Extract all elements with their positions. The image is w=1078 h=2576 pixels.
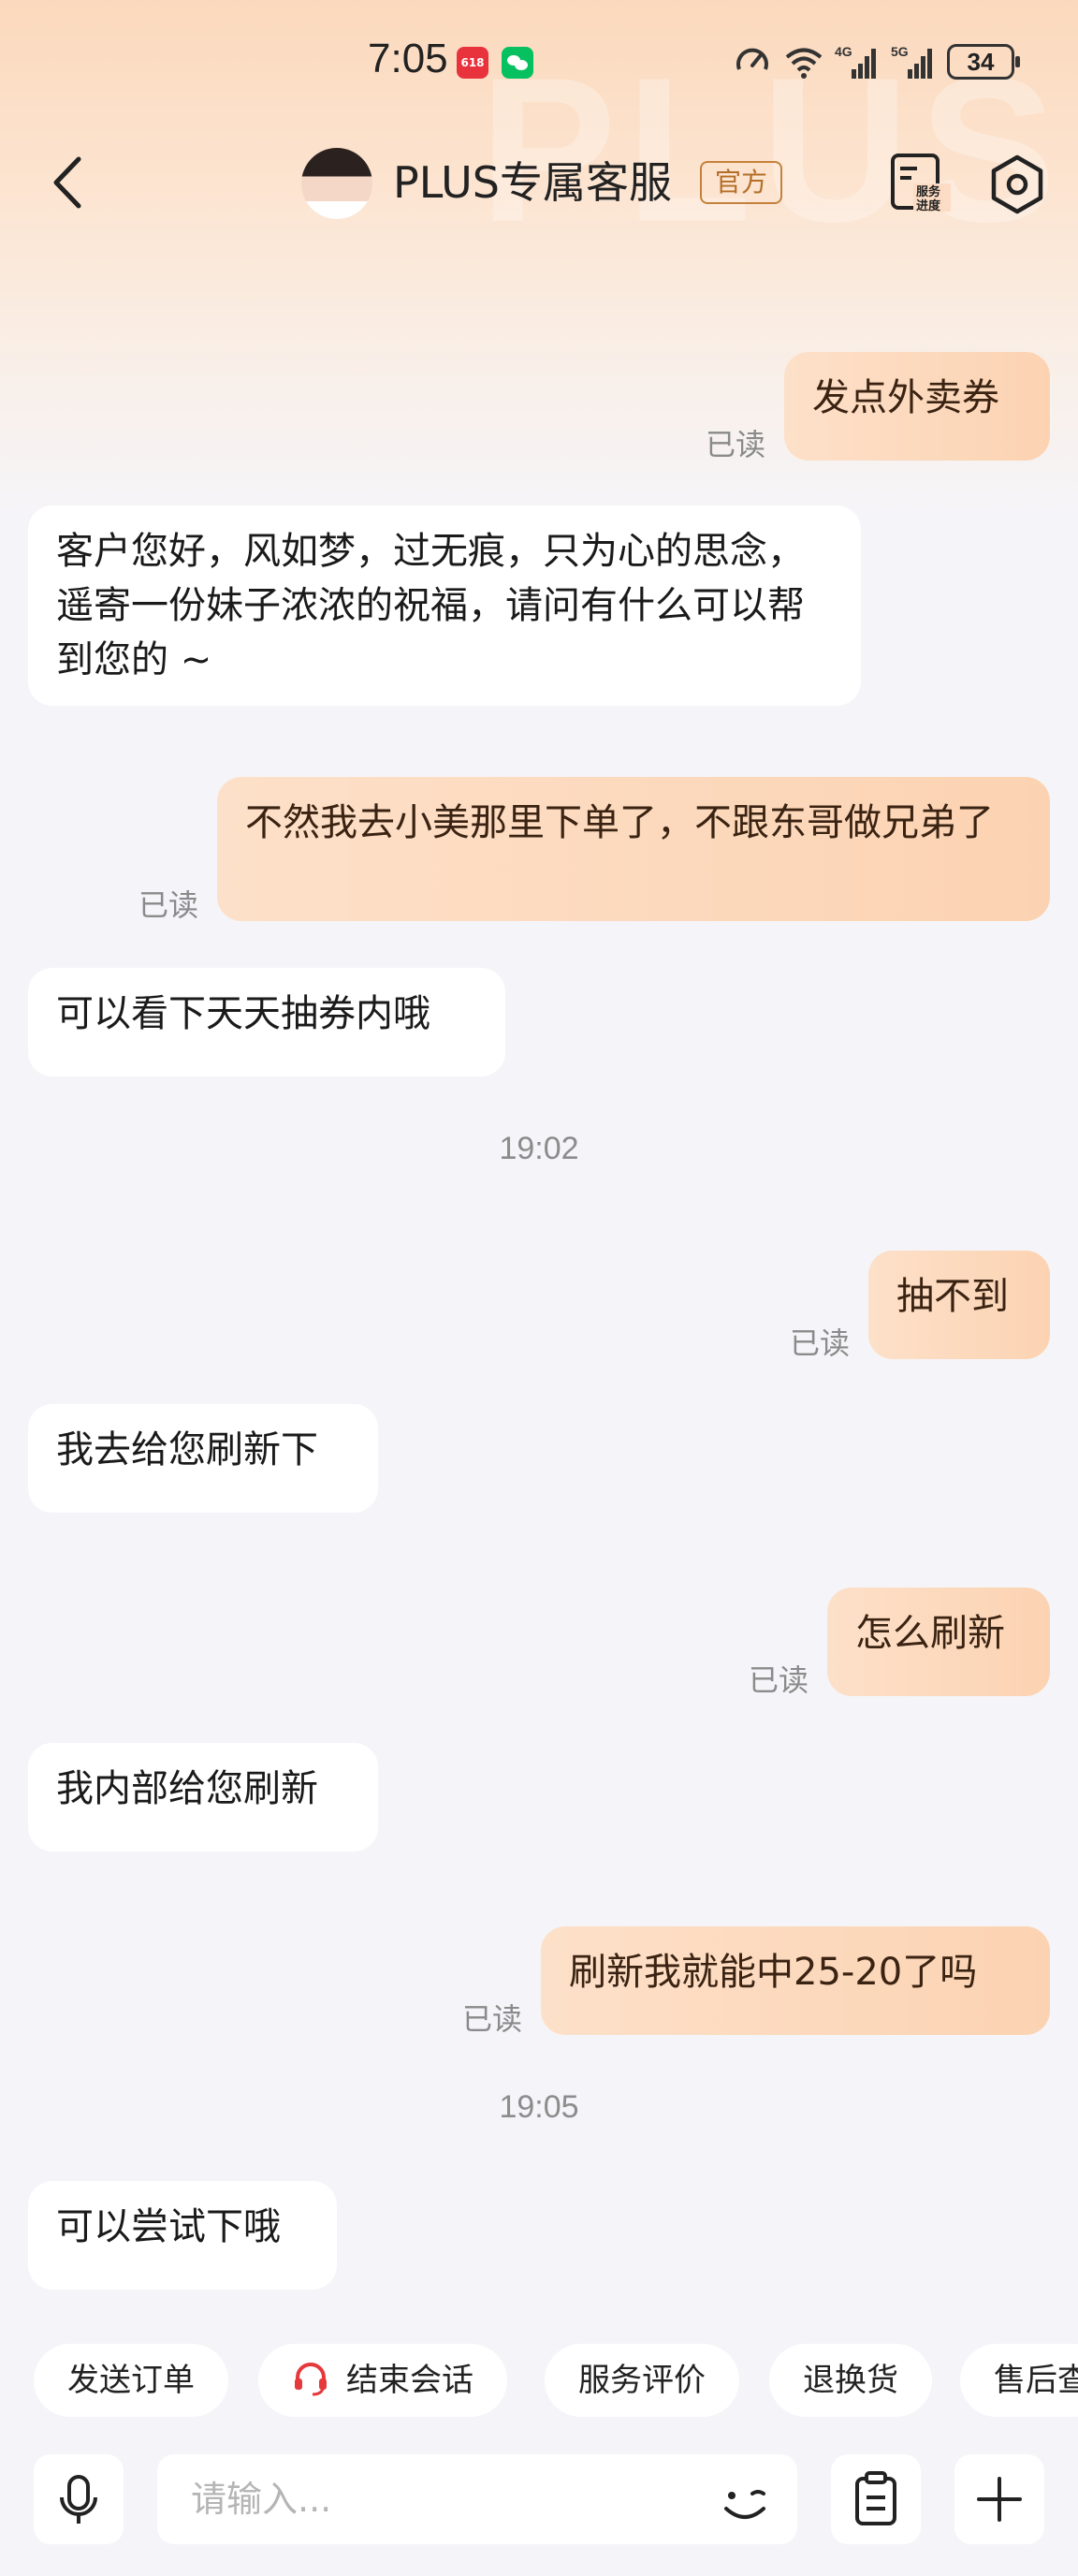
chip-label: 售后查 [994,2362,1078,2399]
back-icon[interactable] [47,150,92,215]
read-status: 已读 [790,1325,851,1361]
message-bubble-sent[interactable]: 刷新我就能中25-20了吗 [541,1926,1050,2035]
message-input[interactable] [191,2454,677,2544]
voice-input-button[interactable] [34,2454,124,2544]
signal-icon-4g: 4G [835,43,878,80]
microphone-icon [34,2454,124,2544]
signal-icon-5g: 5G [891,43,934,80]
speed-icon [734,43,771,80]
message-timestamp: 19:02 [499,1131,579,1166]
headset-icon [292,2359,329,2396]
message-timestamp: 19:05 [499,2089,579,2125]
message-bubble-received[interactable]: 我去给您刷新下 [28,1404,378,1513]
wifi-icon [784,43,823,80]
svg-text:服务: 服务 [916,184,941,199]
chat-header: PLUS专属客服 官方 服务 进度 [0,140,1078,225]
emoji-icon[interactable] [719,2475,771,2527]
svg-text:进度: 进度 [916,198,941,213]
read-status: 已读 [706,427,766,462]
read-status: 已读 [462,2001,523,2037]
read-status: 已读 [749,1662,809,1698]
service-progress-icon[interactable]: 服务 进度 [889,152,951,213]
input-bar [0,2445,1078,2576]
message-bubble-received[interactable]: 可以尝试下哦 [28,2181,337,2290]
message-bubble-sent[interactable]: 发点外卖券 [784,352,1050,461]
status-time: 7:05 [368,36,448,81]
after-sales-button[interactable]: 售后查 [960,2344,1078,2417]
chip-label: 服务评价 [578,2362,706,2399]
more-options-button[interactable] [954,2454,1044,2544]
end-session-button[interactable]: 结束会话 [258,2344,507,2417]
send-order-button[interactable]: 发送订单 [34,2344,228,2417]
chip-label: 发送订单 [67,2362,195,2399]
message-bubble-sent[interactable]: 怎么刷新 [827,1588,1050,1696]
message-bubble-received[interactable]: 我内部给您刷新 [28,1743,378,1852]
battery-indicator: 34 [947,44,1020,80]
service-review-button[interactable]: 服务评价 [545,2344,739,2417]
clipboard-icon [831,2454,921,2544]
chip-label: 退换货 [803,2362,898,2399]
plus-icon [954,2454,1044,2544]
status-bar: 7:05 618 4G 5G 34 [0,0,1078,122]
chip-label: 结束会话 [346,2362,473,2399]
svg-text:5G: 5G [891,44,909,59]
message-bubble-received[interactable]: 可以看下天天抽券内哦 [28,968,505,1076]
wechat-notification-icon [502,47,533,79]
official-badge: 官方 [700,161,782,204]
agent-avatar[interactable] [301,148,372,219]
read-status: 已读 [138,887,199,923]
message-input-field[interactable] [157,2454,797,2544]
clipboard-button[interactable] [831,2454,921,2544]
shopping-app-notification-icon: 618 [457,47,488,79]
chat-title: PLUS专属客服 [393,157,672,208]
settings-icon[interactable] [986,154,1048,215]
message-bubble-received[interactable]: 客户您好，风如梦，过无痕，只为心的思念，遥寄一份妹子浓浓的祝福，请问有什么可以帮… [28,505,861,706]
svg-text:4G: 4G [835,44,852,59]
return-exchange-button[interactable]: 退换货 [769,2344,932,2417]
message-bubble-sent[interactable]: 抽不到 [868,1251,1050,1359]
status-icons: 4G 5G 34 [734,41,1020,82]
message-bubble-sent[interactable]: 不然我去小美那里下单了，不跟东哥做兄弟了 [217,777,1050,921]
